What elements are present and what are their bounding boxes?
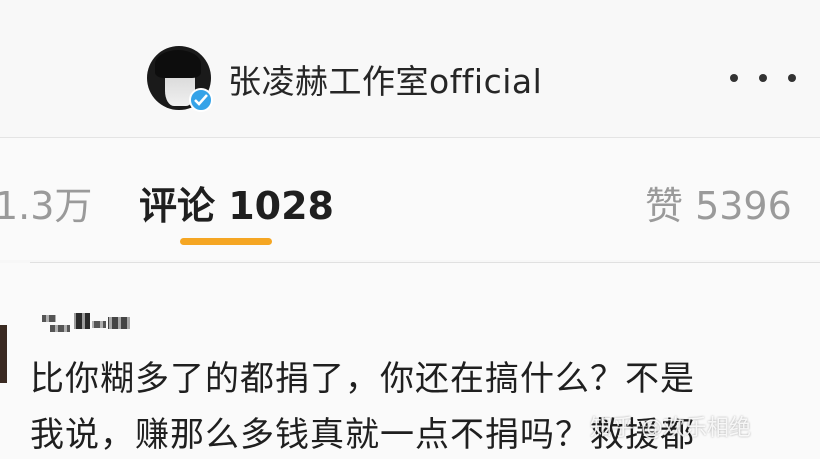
account-name[interactable]: 张凌赫工作室official xyxy=(228,55,542,103)
watermark: 知乎 @欢乐相绝 xyxy=(590,416,751,441)
more-horizontal-icon[interactable] xyxy=(730,70,796,86)
redaction-overlay xyxy=(40,311,132,337)
tab-likes[interactable]: 赞 5396 xyxy=(645,175,792,230)
commenter-avatar[interactable] xyxy=(0,325,7,383)
comment-text-line: 比你糊多了的都捐了，你还在搞什么？不是 xyxy=(30,359,695,399)
active-tab-indicator xyxy=(180,238,272,245)
dot-icon xyxy=(759,74,767,82)
tab-reposts[interactable]: 1.3万 xyxy=(0,175,92,230)
post-header: 张凌赫工作室official xyxy=(0,0,820,138)
dot-icon xyxy=(788,74,796,82)
tab-bar: 1.3万 评论 1028 赞 5396 xyxy=(0,138,820,260)
tab-comments[interactable]: 评论 1028 xyxy=(139,175,334,230)
check-icon xyxy=(194,94,208,106)
dot-icon xyxy=(730,74,738,82)
commenter-name-redacted[interactable] xyxy=(40,311,132,337)
avatar-hair xyxy=(155,50,201,78)
verified-badge-icon xyxy=(189,88,213,112)
comment-item[interactable]: 比你糊多了的都捐了，你还在搞什么？不是 我说，赚那么多钱真就一点不捐吗？救援都 … xyxy=(0,263,820,459)
